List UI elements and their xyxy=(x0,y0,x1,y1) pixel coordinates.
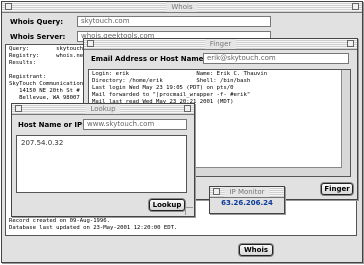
zoom-box-icon[interactable] xyxy=(184,105,191,112)
lookup-window: Lookup Host Name or IP: www.skytouch.com… xyxy=(11,103,195,217)
lookup-window-title: Lookup xyxy=(85,104,121,114)
whois-footer-text: Record created on 09-Aug-1996. Database … xyxy=(9,218,178,231)
finger-window-title: Finger xyxy=(204,39,237,49)
lookup-result-pane[interactable]: 207.54.0.32 xyxy=(16,135,187,193)
close-box-icon[interactable] xyxy=(5,3,12,10)
ip-monitor-value: 63.26.206.24 xyxy=(221,199,273,207)
ip-monitor-window: IP Monitor 63.26.206.24 xyxy=(209,186,285,214)
lookup-titlebar[interactable]: Lookup xyxy=(12,104,194,115)
finger-output-text: Login: erik Name: Erik C. Thauvin Direct… xyxy=(92,71,268,105)
whois-window-title: Whois xyxy=(166,2,198,12)
close-box-icon[interactable] xyxy=(87,40,94,47)
close-box-icon[interactable] xyxy=(213,188,220,195)
whois-query-label: Whois Query: xyxy=(10,18,64,26)
close-box-icon[interactable] xyxy=(15,105,22,112)
whois-button[interactable]: Whois xyxy=(239,244,273,256)
ip-monitor-titlebar[interactable]: IP Monitor xyxy=(210,187,284,198)
whois-server-label: Whois Server: xyxy=(10,33,66,41)
whois-titlebar[interactable]: Whois xyxy=(2,2,362,13)
finger-button[interactable]: Finger xyxy=(321,183,353,195)
finger-email-input[interactable]: erik@skytouch.com xyxy=(203,53,349,64)
lookup-result-text: 207.54.0.32 xyxy=(21,139,64,147)
lookup-host-input[interactable]: www.skytouch.com xyxy=(83,119,187,130)
zoom-box-icon[interactable] xyxy=(347,40,354,47)
finger-vertical-scrollbar[interactable] xyxy=(341,70,350,176)
zoom-box-icon[interactable] xyxy=(352,3,359,10)
whois-query-input[interactable]: skytouch.com xyxy=(77,16,271,27)
resize-grip-icon[interactable] xyxy=(185,207,193,215)
lookup-button[interactable]: Lookup xyxy=(149,199,185,211)
lookup-host-label: Host Name or IP: xyxy=(18,121,85,129)
finger-titlebar[interactable]: Finger xyxy=(84,39,357,50)
ip-monitor-title: IP Monitor xyxy=(224,187,270,197)
finger-email-label: Email Address or Host Name: xyxy=(91,55,207,63)
